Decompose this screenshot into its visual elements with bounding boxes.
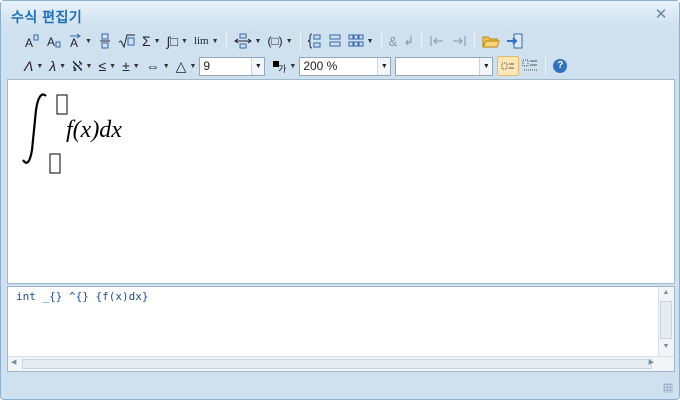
horizontal-scrollbar[interactable]: ◀ ▶ — [8, 356, 674, 371]
svg-text:A: A — [70, 36, 78, 49]
sum-icon[interactable]: Σ ▼ — [139, 31, 164, 51]
open-folder-icon[interactable] — [479, 31, 503, 51]
operator-icon[interactable]: ± ▼ — [119, 56, 143, 76]
svg-text:A: A — [47, 35, 55, 49]
fraction-icon[interactable] — [95, 31, 115, 51]
help-icon[interactable]: ? — [550, 56, 570, 76]
formula-render: f(x)dx — [22, 93, 122, 174]
toolbar-divider — [421, 32, 423, 50]
chevron-down-icon: ▼ — [251, 57, 265, 75]
integral-sign — [22, 93, 47, 164]
source-editor[interactable]: int _{} ^{} {f(x)dx} ▲ ▼ ◀ ▶ — [7, 286, 675, 372]
scroll-left-icon[interactable]: ◀ — [11, 358, 16, 366]
window-title: 수식 편집기 — [11, 9, 83, 25]
scroll-thumb[interactable] — [660, 301, 672, 339]
font-size-select[interactable]: 9 ▼ — [199, 56, 266, 76]
svg-text:A: A — [25, 36, 33, 49]
title-bar: 수식 편집기 ✕ — [1, 1, 679, 29]
formula-view-button[interactable] — [519, 56, 541, 76]
column-icon[interactable] — [325, 31, 345, 51]
greek-lower-icon[interactable]: λ ▼ — [46, 56, 69, 76]
lower-limit-placeholder — [49, 153, 61, 174]
script-mode-button[interactable] — [497, 56, 520, 76]
svg-text:가: 가 — [278, 64, 286, 74]
toolbar-divider — [474, 32, 476, 50]
vertical-scrollbar[interactable]: ▲ ▼ — [658, 287, 674, 356]
equation-editor-window: 수식 편집기 ✕ A A A ▼ Σ ▼ ∫□ ▼ lim ▼ ▼ (□) ▼ ▼ & ↲… — [0, 0, 680, 400]
status-bar — [7, 375, 675, 395]
limit-icon[interactable]: lim ▼ — [191, 31, 222, 51]
toolbar-top: A A A ▼ Σ ▼ ∫□ ▼ lim ▼ ▼ (□) ▼ ▼ & ↲ — [7, 29, 675, 53]
integral-icon[interactable]: ∫□ ▼ — [164, 31, 191, 51]
relation-icon[interactable]: ≤ ▼ — [95, 56, 119, 76]
source-text[interactable]: int _{} ^{} {f(x)dx} — [16, 290, 148, 303]
upper-limit-placeholder — [56, 94, 68, 115]
integrand-text: f(x)dx — [66, 117, 122, 143]
chevron-down-icon: ▼ — [479, 57, 493, 75]
close-icon[interactable]: ✕ — [653, 7, 669, 23]
font-size-value: 9 — [203, 59, 211, 73]
superscript-icon[interactable]: A — [21, 31, 43, 51]
greek-upper-icon[interactable]: Λ ▼ — [21, 56, 46, 76]
font-select[interactable]: ▼ — [395, 56, 494, 76]
scroll-right-icon[interactable]: ▶ — [649, 358, 654, 366]
insert-icon[interactable] — [503, 31, 527, 51]
toolbar-divider — [225, 32, 227, 50]
matrix-icon[interactable]: ▼ — [345, 31, 377, 51]
parenthesis-icon[interactable]: (□) ▼ — [264, 31, 295, 51]
formula-canvas[interactable]: f(x)dx — [7, 79, 675, 284]
toolbar-divider — [380, 32, 382, 50]
misc-symbol-icon[interactable]: △ ▼ — [173, 56, 200, 76]
arrow-icon[interactable]: ⇔ ▼ — [143, 56, 173, 76]
move-right-icon[interactable] — [448, 31, 470, 51]
ampersand-icon[interactable]: & — [386, 31, 401, 51]
toolbar-bottom: Λ ▼ λ ▼ ℵ ▼ ≤ ▼ ± ▼ ⇔ ▼ △ ▼ 9 ▼ 가 ▼ 200 % ▼ ▼ ? — [7, 54, 675, 78]
toolbar-divider — [545, 57, 547, 75]
subscript-icon[interactable]: A — [43, 31, 65, 51]
zoom-select[interactable]: 200 % ▼ — [299, 56, 392, 76]
accent-icon[interactable]: A ▼ — [65, 31, 95, 51]
root-icon[interactable] — [115, 31, 139, 51]
hebrew-icon[interactable]: ℵ ▼ — [69, 56, 95, 76]
text-color-icon[interactable]: 가 ▼ — [269, 56, 299, 76]
arrow-stack-icon[interactable]: ▼ — [231, 31, 265, 51]
move-left-icon[interactable] — [426, 31, 448, 51]
chevron-down-icon: ▼ — [377, 57, 391, 75]
zoom-value: 200 % — [303, 59, 338, 73]
toolbar-divider — [299, 32, 301, 50]
scroll-thumb[interactable] — [22, 359, 652, 369]
case-icon[interactable] — [305, 31, 325, 51]
scroll-down-icon[interactable]: ▼ — [659, 341, 673, 353]
resize-grip-icon[interactable] — [663, 383, 673, 393]
line-break-icon[interactable]: ↲ — [400, 31, 417, 51]
scroll-up-icon[interactable]: ▲ — [659, 287, 673, 299]
